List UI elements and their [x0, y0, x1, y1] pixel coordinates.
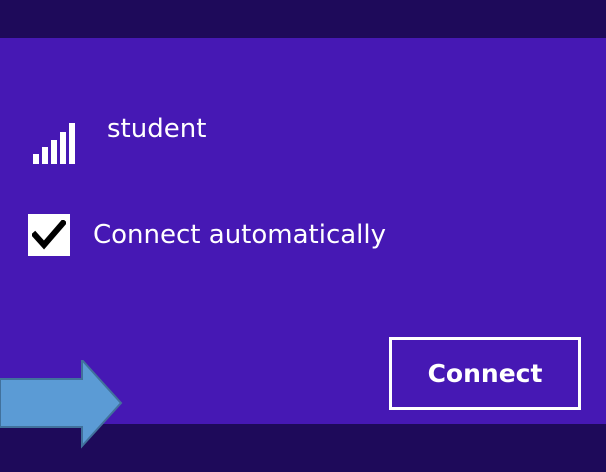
right-arrow-icon: [0, 360, 124, 470]
checkmark-icon: [32, 220, 66, 250]
connect-button[interactable]: Connect: [389, 337, 581, 410]
connect-automatically-checkbox[interactable]: [28, 214, 70, 256]
connect-automatically-label: Connect automatically: [93, 220, 387, 250]
connect-automatically-option[interactable]: Connect automatically: [28, 209, 386, 261]
panel-top-strip: [0, 0, 606, 38]
network-name: student: [107, 114, 207, 144]
wifi-signal-icon: [33, 122, 83, 164]
